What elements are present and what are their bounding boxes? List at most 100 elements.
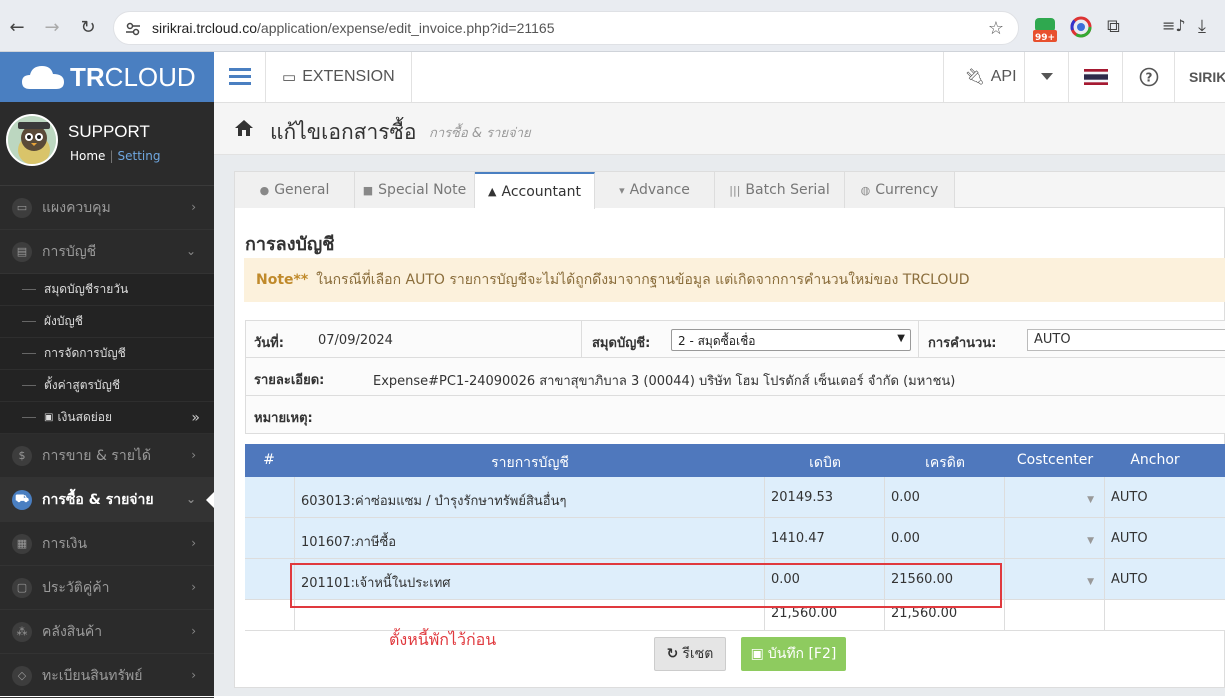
row-account[interactable]: 603013:ค่าซ่อมแซม / บำรุงรักษาทรัพย์สินอ… bbox=[295, 477, 765, 518]
tab-currency[interactable]: ◍ Currency bbox=[845, 172, 955, 208]
row-costcenter[interactable]: ▼ bbox=[1005, 518, 1105, 559]
submenu-label: สมุดบัญชีรายวัน bbox=[44, 282, 129, 296]
row-anchor[interactable]: AUTO bbox=[1105, 518, 1225, 559]
menu-contacts[interactable]: ▢ ประวัติคู่ค้า › bbox=[0, 566, 214, 610]
calc-input[interactable]: AUTO bbox=[1027, 329, 1225, 351]
home-link[interactable]: Home bbox=[70, 149, 105, 163]
reload-icon[interactable]: ↻ bbox=[77, 16, 99, 38]
submenu-chart-of-accounts[interactable]: ผังบัญชี bbox=[0, 306, 214, 338]
calendar-icon: ▦ bbox=[12, 533, 32, 554]
note-alert: Note** ในกรณีที่เลือก AUTO รายการบัญชีจะ… bbox=[244, 258, 1225, 302]
tab-label: Advance bbox=[629, 182, 690, 198]
row-credit[interactable]: 0.00 bbox=[885, 518, 1005, 559]
address-bar[interactable]: sirikrai.trcloud.co/application/expense/… bbox=[113, 11, 1019, 45]
reset-button[interactable]: ↻ รีเซต bbox=[654, 637, 726, 671]
user-menu[interactable]: SIRIK bbox=[1174, 52, 1225, 102]
totals-spacer bbox=[245, 600, 295, 631]
row-anchor[interactable]: AUTO bbox=[1105, 559, 1225, 600]
menu-finance[interactable]: ▦ การเงิน › bbox=[0, 522, 214, 566]
submenu-journal[interactable]: สมุดบัญชีรายวัน bbox=[0, 274, 214, 306]
extensions-puzzle-icon[interactable]: ⧉ bbox=[1107, 16, 1131, 40]
help-icon[interactable]: ? bbox=[1122, 52, 1174, 102]
submenu-petty-cash[interactable]: ▣ เงินสดย่อย » bbox=[0, 402, 214, 434]
sidebar: TR CLOUD SUPPORT Home | Setting ▭ แผงควบคุม… bbox=[0, 52, 214, 698]
tab-accountant[interactable]: ▲ Accountant bbox=[475, 172, 595, 209]
download-icon[interactable]: ⤓ bbox=[1198, 16, 1222, 40]
cubes-icon: ⁂ bbox=[12, 621, 32, 642]
menu-label: ทะเบียนสินทรัพย์ bbox=[42, 667, 143, 684]
chevron-down-icon: ⌄ bbox=[185, 492, 196, 506]
user-name: SIRIK bbox=[1189, 69, 1225, 85]
menu-purchase[interactable]: ⛟ การซื้อ & รายจ่าย ⌄ bbox=[0, 478, 214, 522]
id-card-icon: ▣ bbox=[44, 412, 54, 423]
menu-label: การบัญชี bbox=[42, 243, 97, 260]
submenu-account-management[interactable]: การจัดการบัญชี bbox=[0, 338, 214, 370]
menu-assets[interactable]: ◇ ทะเบียนสินทรัพย์ › bbox=[0, 654, 214, 698]
reset-label: รีเซต bbox=[682, 646, 714, 662]
journal-select[interactable]: 2 - สมุดซื้อเชื่อ ▼ bbox=[671, 329, 911, 351]
row-costcenter[interactable]: ▼ bbox=[1005, 477, 1105, 518]
hamburger-menu-icon[interactable] bbox=[214, 52, 266, 102]
menu-accounting[interactable]: ▤ การบัญชี ⌄ bbox=[0, 230, 214, 274]
tab-advance[interactable]: ▾ Advance bbox=[595, 172, 715, 208]
row-debit[interactable]: 1410.47 bbox=[765, 518, 885, 559]
menu-label: แผงควบคุม bbox=[42, 199, 111, 216]
api-menu[interactable]: 🔌︎ API bbox=[943, 52, 1037, 102]
tab-batch-serial[interactable]: ||| Batch Serial bbox=[715, 172, 845, 208]
home-icon[interactable] bbox=[234, 119, 254, 137]
page-header: แก้ไขเอกสารซื้อ การซื้อ & รายจ่าย bbox=[214, 103, 1225, 155]
row-debit[interactable]: 20149.53 bbox=[765, 477, 885, 518]
row-index bbox=[245, 518, 295, 559]
row-credit[interactable]: 0.00 bbox=[885, 477, 1005, 518]
desktop-icon: ▭ bbox=[12, 197, 32, 218]
url-text: sirikrai.trcloud.co/application/expense/… bbox=[152, 20, 555, 36]
tab-special-note[interactable]: ■ Special Note bbox=[355, 172, 475, 208]
chevron-down-icon: ▼ bbox=[1087, 577, 1094, 587]
trcloud-logo[interactable]: TR CLOUD bbox=[0, 52, 214, 102]
setting-link[interactable]: Setting bbox=[117, 149, 160, 163]
submenu-label: ตั้งค่าสูตรบัญชี bbox=[44, 378, 120, 392]
row-anchor[interactable]: AUTO bbox=[1105, 477, 1225, 518]
table-row[interactable]: 603013:ค่าซ่อมแซม / บำรุงรักษาทรัพย์สินอ… bbox=[245, 477, 1225, 518]
user-icon: ● bbox=[259, 183, 270, 197]
submenu-account-formula[interactable]: ตั้งค่าสูตรบัญชี bbox=[0, 370, 214, 402]
extension-menu[interactable]: ▭ EXTENSION bbox=[266, 52, 412, 102]
highlight-box bbox=[290, 563, 1002, 608]
row-costcenter[interactable]: ▼ bbox=[1005, 559, 1105, 600]
page-subtitle: การซื้อ & รายจ่าย bbox=[429, 126, 531, 141]
forward-icon[interactable]: → bbox=[41, 16, 63, 38]
dropdown-caret-icon[interactable] bbox=[1024, 52, 1068, 102]
extension-badge-icon[interactable]: 99+ bbox=[1033, 16, 1057, 42]
url-path: /application/expense/edit_invoice.php?id… bbox=[257, 20, 555, 36]
book-icon: ▤ bbox=[12, 241, 32, 262]
table-row[interactable]: 101607:ภาษีซื้อ 1410.47 0.00 ▼ AUTO bbox=[245, 518, 1225, 559]
chevron-down-icon: ▼ bbox=[897, 333, 905, 344]
row-index bbox=[245, 477, 295, 518]
url-host: sirikrai.trcloud.co bbox=[152, 20, 258, 36]
save-button[interactable]: ▣ บันทึก [F2] bbox=[741, 637, 846, 671]
barcode-icon: ||| bbox=[729, 183, 741, 197]
media-queue-icon[interactable]: ≡♪ bbox=[1162, 16, 1186, 40]
menu-inventory[interactable]: ⁂ คลังสินค้า › bbox=[0, 610, 214, 654]
tab-label: General bbox=[274, 182, 330, 198]
row-account[interactable]: 101607:ภาษีซื้อ bbox=[295, 518, 765, 559]
back-icon[interactable]: ← bbox=[6, 16, 28, 38]
bookmark-star-icon[interactable]: ☆ bbox=[988, 18, 1004, 39]
chevron-right-icon: › bbox=[191, 200, 196, 214]
refresh-icon: ↻ bbox=[666, 646, 679, 662]
chevron-down-icon: ▼ bbox=[1087, 495, 1094, 505]
browser-toolbar: ← → ↻ sirikrai.trcloud.co/application/ex… bbox=[0, 0, 1225, 52]
color-extension-icon[interactable] bbox=[1070, 16, 1094, 40]
api-label: API bbox=[990, 68, 1017, 85]
detail-label: รายละเอียด: bbox=[254, 373, 325, 388]
menu-label: การขาย & รายได้ bbox=[42, 447, 152, 464]
page-title: แก้ไขเอกสารซื้อ bbox=[270, 120, 417, 144]
site-settings-icon[interactable] bbox=[124, 20, 142, 38]
avatar[interactable] bbox=[6, 114, 58, 166]
tab-general[interactable]: ● General bbox=[235, 172, 355, 208]
download-icon: ▾ bbox=[619, 183, 625, 197]
svg-text:?: ? bbox=[1145, 71, 1152, 85]
menu-dashboard[interactable]: ▭ แผงควบคุม › bbox=[0, 186, 214, 230]
menu-sales[interactable]: $ การขาย & รายได้ › bbox=[0, 434, 214, 478]
thai-flag-icon[interactable] bbox=[1068, 52, 1122, 102]
